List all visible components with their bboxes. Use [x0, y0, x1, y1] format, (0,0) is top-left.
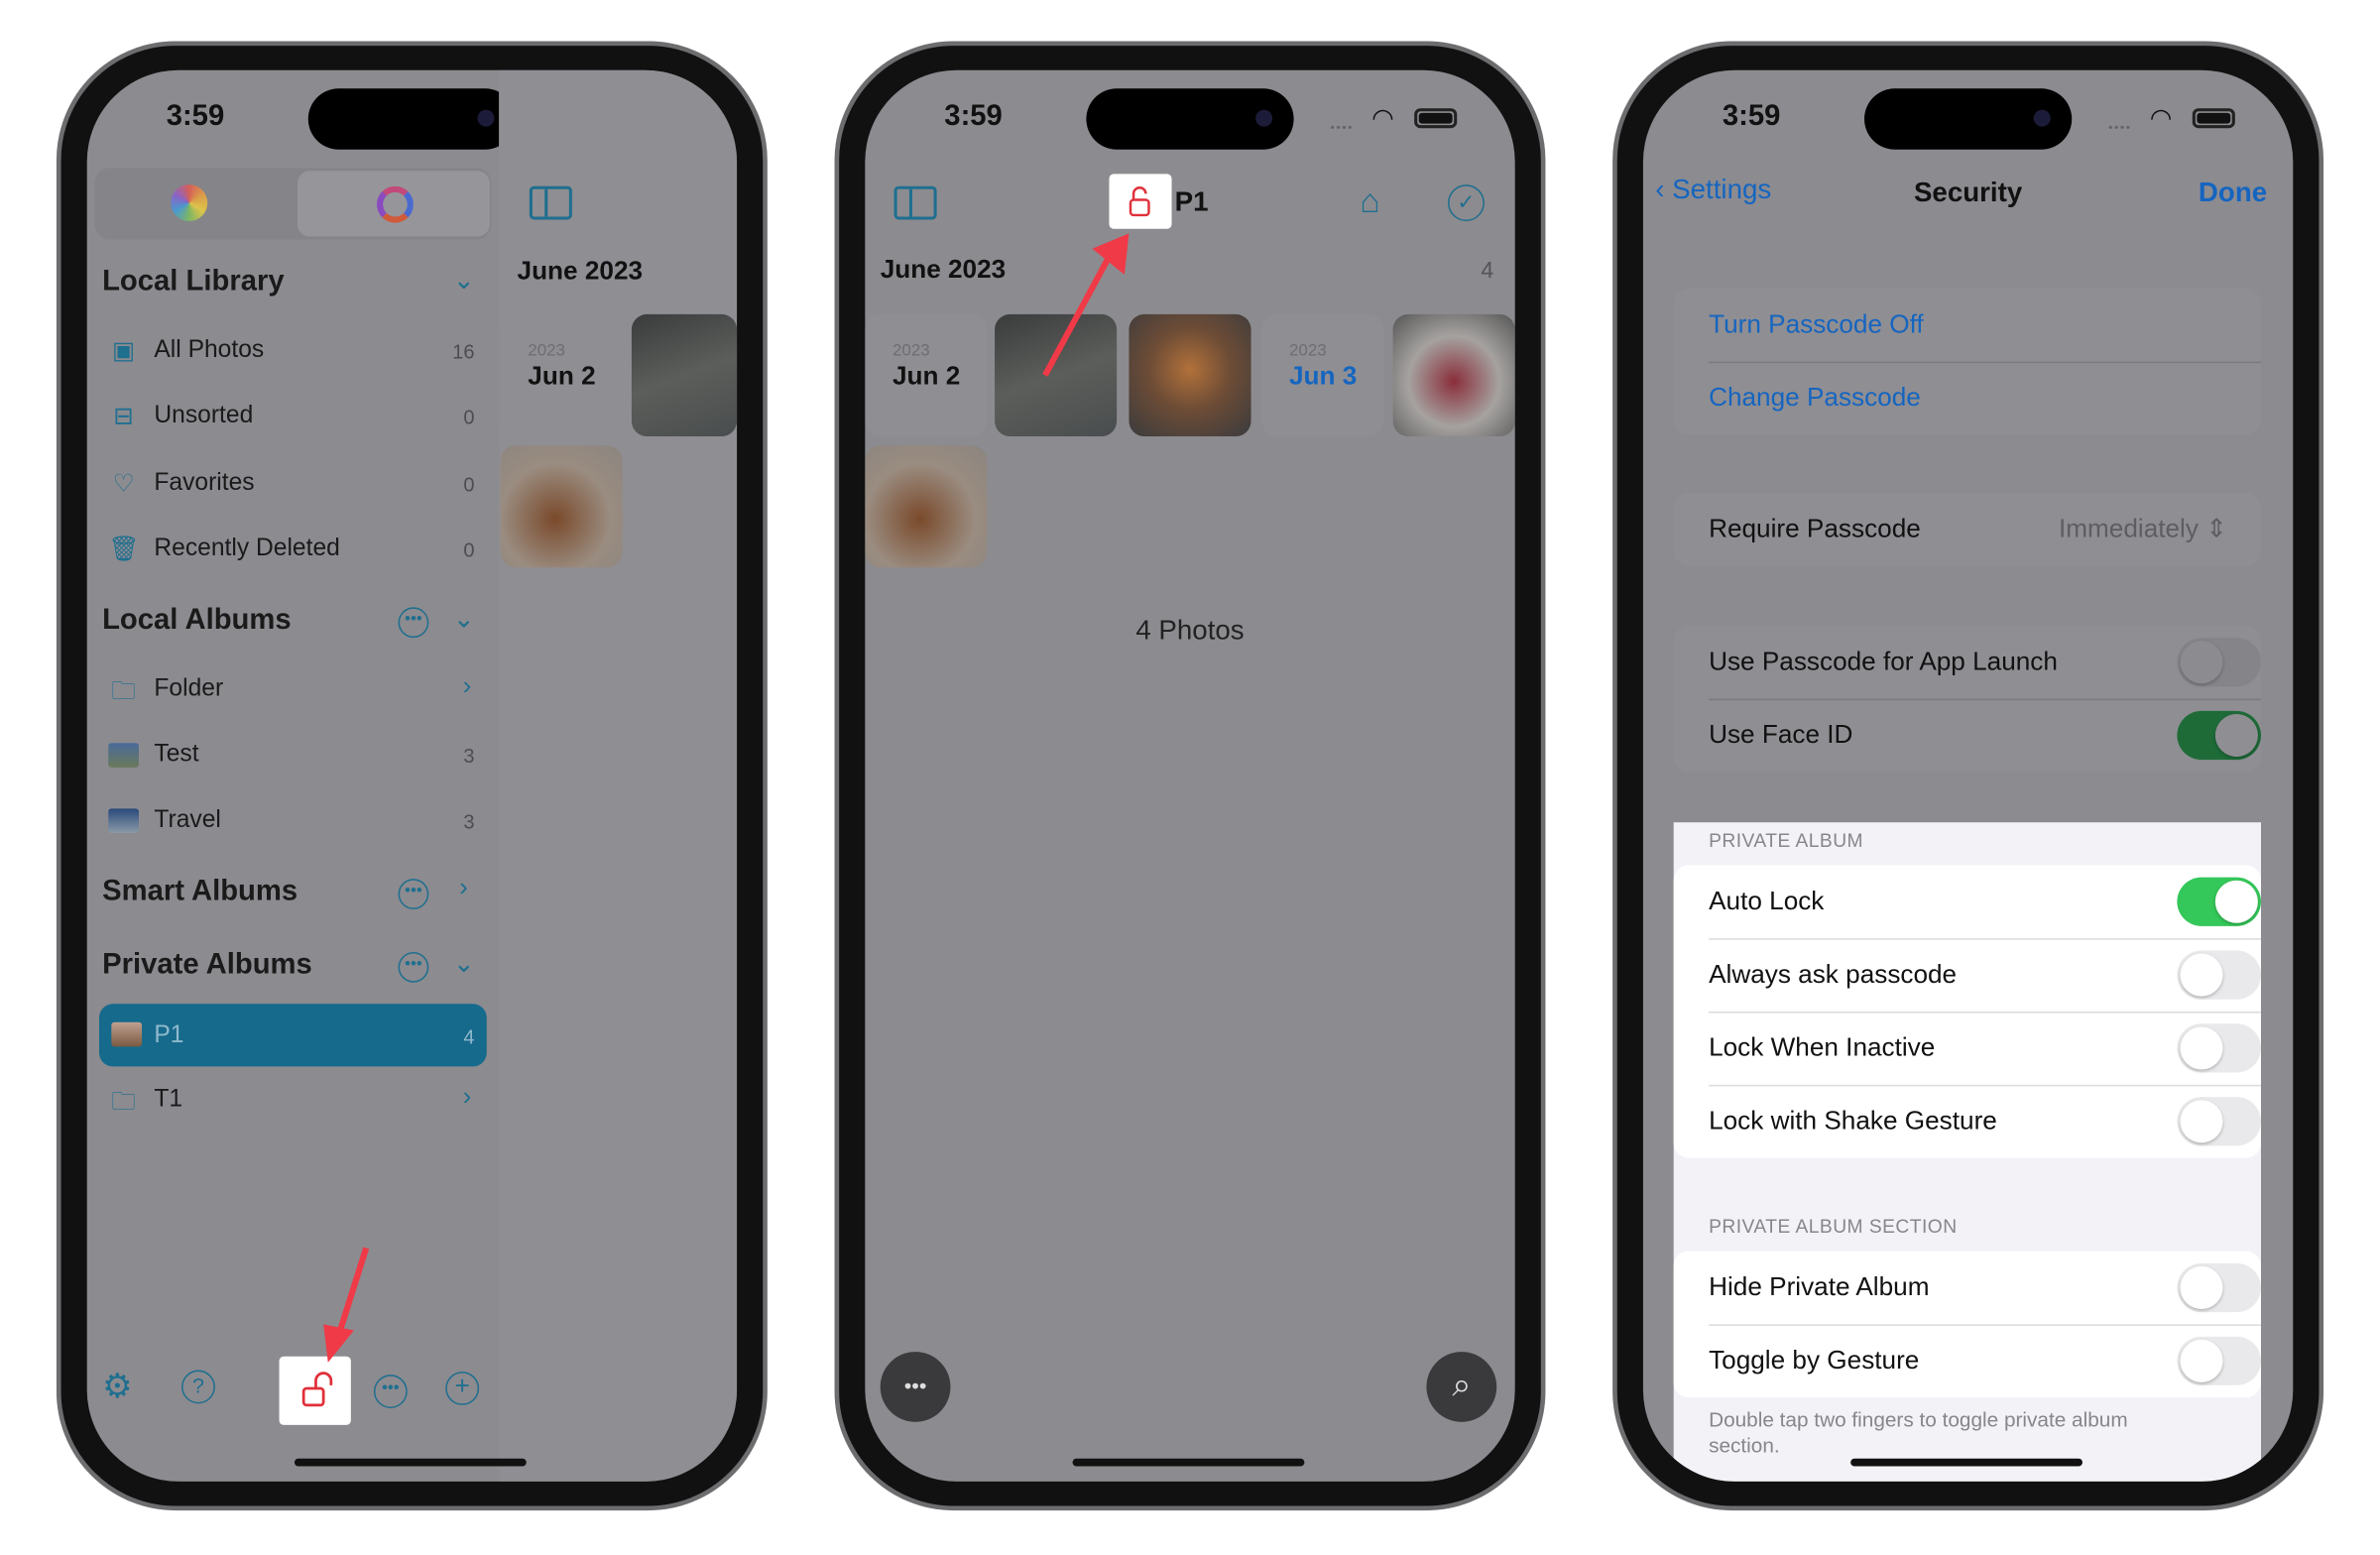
annotation-arrows [323, 233, 1130, 1363]
arrow-to-album-lock [1042, 233, 1130, 377]
arrow-to-sidebar-lock [323, 1247, 370, 1363]
